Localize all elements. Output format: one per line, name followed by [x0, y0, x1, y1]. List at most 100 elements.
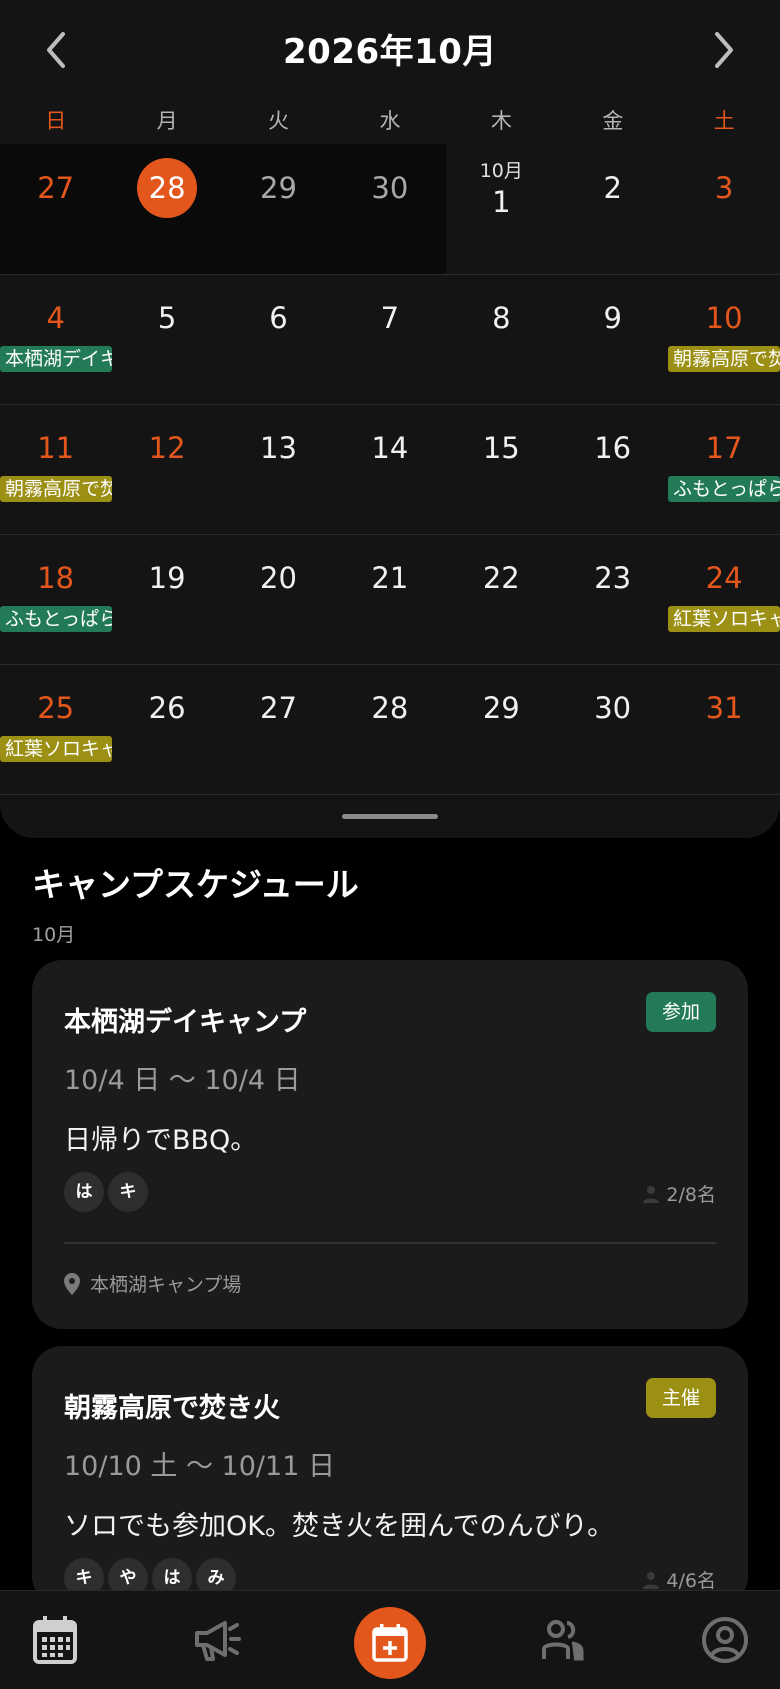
location-pin-icon: [64, 1272, 80, 1295]
day-cell[interactable]: 9: [557, 274, 668, 404]
event-bar[interactable]: 本栖湖デイキャンプ: [0, 346, 112, 372]
nav-announcements[interactable]: [163, 1591, 273, 1689]
day-cell[interactable]: 30: [557, 664, 668, 794]
day-number: 30: [371, 171, 409, 205]
day-cell[interactable]: 25: [0, 664, 111, 794]
week-row: 27 28 29 30 10月 1 2 3: [0, 144, 780, 275]
day-cell[interactable]: 5: [111, 274, 222, 404]
week-row: 18 19 20 21 22 23 24 ふもとっぱらキャンプ 紅葉ソロキャンプ: [0, 534, 780, 665]
day-number: 27: [37, 171, 75, 205]
day-cell[interactable]: 13: [223, 404, 334, 534]
weekday-label: 日: [45, 109, 67, 133]
card-description: ソロでも参加OK。焚き火を囲んでのんびり。: [64, 1511, 615, 1542]
day-cell[interactable]: 31: [668, 664, 779, 794]
event-bar[interactable]: 朝霧高原で焚き火: [668, 346, 780, 372]
day-number: 7: [380, 301, 400, 335]
day-cell[interactable]: 19: [111, 534, 222, 664]
event-bar[interactable]: 紅葉ソロキャンプ: [668, 606, 780, 632]
day-cell[interactable]: 29: [446, 664, 557, 794]
avatar: は: [64, 1172, 104, 1212]
participant-count: 4/6名: [642, 1566, 716, 1593]
day-cell[interactable]: 15: [446, 404, 557, 534]
day-number: 15: [482, 431, 520, 465]
section-month-label: 10月: [32, 924, 76, 946]
day-number: 11: [37, 431, 75, 465]
status-badge: 主催: [645, 1378, 716, 1418]
day-number: 8: [492, 301, 511, 335]
person-icon: [643, 1571, 660, 1589]
day-cell[interactable]: 4: [0, 274, 111, 404]
week-row: 11 12 13 14 15 16 17 朝霧高原で焚き火 ふもとっぱらキャンプ: [0, 404, 780, 535]
day-cell[interactable]: 27: [223, 664, 334, 794]
day-cell[interactable]: 12: [111, 404, 222, 534]
day-number: 18: [37, 561, 75, 595]
day-number: 1: [492, 185, 511, 219]
day-cell[interactable]: 20: [223, 534, 334, 664]
event-bar[interactable]: 紅葉ソロキャンプ: [0, 736, 112, 762]
day-cell[interactable]: 14: [334, 404, 445, 534]
day-number: 16: [594, 431, 632, 465]
day-number: 29: [482, 691, 520, 725]
month-title: 2026年10月: [283, 32, 497, 72]
day-cell[interactable]: 26: [111, 664, 222, 794]
day-cell[interactable]: 30: [334, 144, 445, 274]
day-cell[interactable]: 3: [668, 144, 779, 274]
day-number: 24: [705, 561, 743, 595]
day-cell[interactable]: 16: [557, 404, 668, 534]
day-cell[interactable]: 6: [223, 274, 334, 404]
day-number: 10: [705, 301, 743, 335]
day-cell-today[interactable]: 28: [111, 144, 222, 274]
day-number: 4: [46, 301, 65, 335]
day-cell[interactable]: 7: [334, 274, 445, 404]
day-number: 12: [148, 431, 186, 465]
day-cell[interactable]: 21: [334, 534, 445, 664]
count-text: 4/6名: [666, 1570, 716, 1592]
day-cell[interactable]: 8: [446, 274, 557, 404]
camp-card[interactable]: 朝霧高原で焚き火 主催 10/10 土 〜 10/11 日 ソロでも参加OK。焚…: [32, 1346, 748, 1606]
day-number: 23: [594, 561, 632, 595]
week-row: 4 5 6 7 8 9 10 本栖湖デイキャンプ 朝霧高原で焚き火: [0, 274, 780, 405]
event-bar[interactable]: ふもとっぱらキャンプ: [0, 606, 112, 632]
weekday-label: 月: [156, 109, 178, 133]
participant-avatars: は キ: [64, 1172, 152, 1212]
day-number: 5: [157, 301, 177, 335]
day-cell[interactable]: 24: [668, 534, 779, 664]
day-number: 9: [603, 301, 622, 335]
status-badge: 参加: [645, 992, 716, 1032]
add-event-button[interactable]: [354, 1607, 426, 1679]
drag-handle[interactable]: [342, 814, 438, 819]
day-number: 31: [705, 691, 743, 725]
calendar-panel: 2026年10月 日 月 火 水 木 金 土 27 28 29 30 10月 1…: [0, 0, 780, 838]
day-cell[interactable]: 28: [334, 664, 445, 794]
day-cell[interactable]: 27: [0, 144, 111, 274]
nav-profile[interactable]: [670, 1591, 780, 1689]
day-cell[interactable]: 10月 1: [446, 144, 557, 274]
day-cell[interactable]: 2: [557, 144, 668, 274]
day-cell[interactable]: 17: [668, 404, 779, 534]
day-cell[interactable]: 23: [557, 534, 668, 664]
participant-count: 2/8名: [642, 1180, 716, 1207]
day-number: 29: [260, 171, 297, 205]
day-cell[interactable]: 22: [446, 534, 557, 664]
event-bar[interactable]: 朝霧高原で焚き火: [0, 476, 112, 502]
next-month-button[interactable]: [696, 22, 752, 78]
day-cell[interactable]: 29: [223, 144, 334, 274]
nav-members[interactable]: [508, 1591, 618, 1689]
day-cell[interactable]: 11: [0, 404, 111, 534]
card-title: 本栖湖デイキャンプ: [64, 1007, 307, 1038]
avatar: キ: [108, 1172, 148, 1212]
weekday-label: 土: [713, 109, 735, 133]
camp-card[interactable]: 本栖湖デイキャンプ 参加 10/4 日 〜 10/4 日 日帰りでBBQ。 は …: [32, 960, 748, 1329]
weekday-label: 火: [268, 109, 290, 133]
day-number: 3: [714, 171, 734, 205]
event-bar[interactable]: ふもとっぱらキャンプ: [668, 476, 780, 502]
weekday-header: 日 月 火 水 木 金 土: [0, 100, 780, 142]
nav-calendar[interactable]: [0, 1591, 110, 1689]
day-number: 20: [260, 561, 297, 595]
day-cell[interactable]: 10: [668, 274, 779, 404]
day-number: 17: [705, 431, 743, 465]
day-cell[interactable]: 18: [0, 534, 111, 664]
person-icon: [643, 1185, 660, 1203]
calendar-header: 2026年10月: [0, 0, 780, 100]
day-number: 6: [269, 301, 288, 335]
